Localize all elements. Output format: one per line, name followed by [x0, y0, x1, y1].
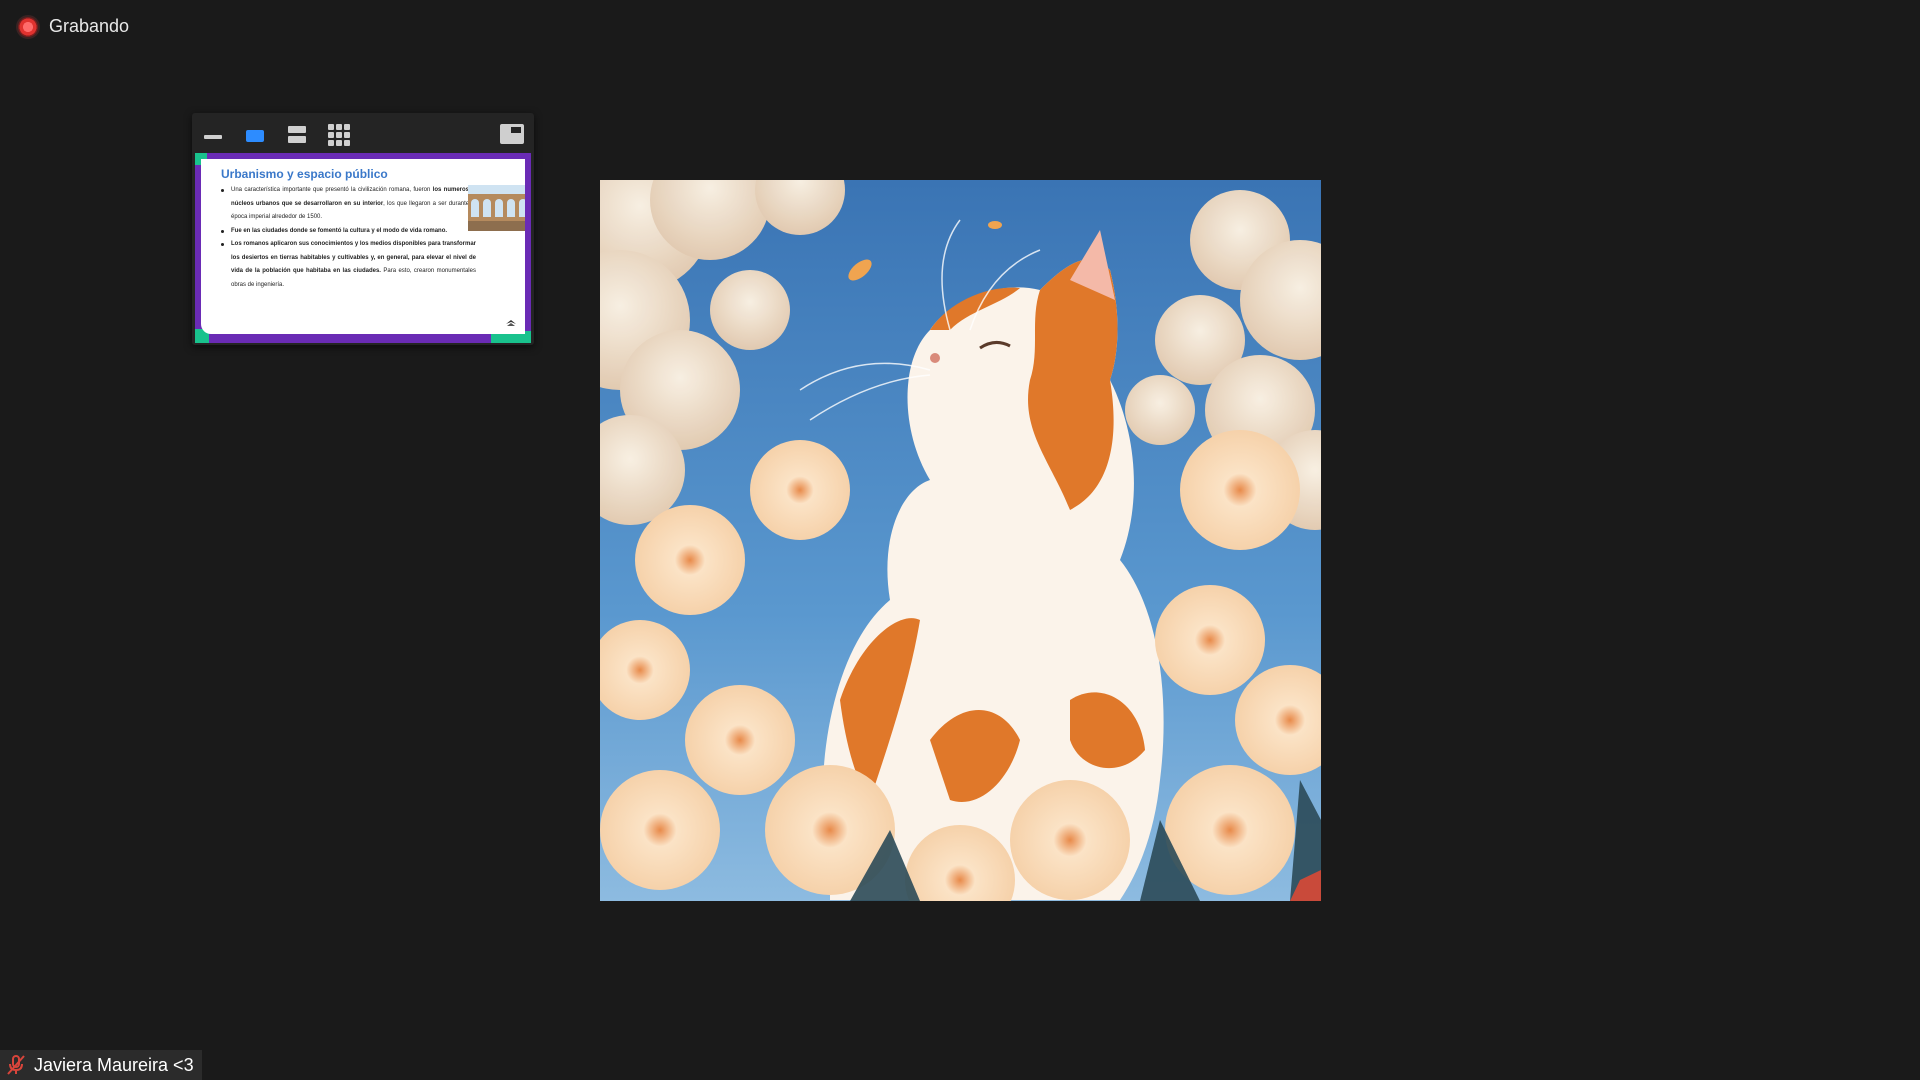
participant-name: Javiera Maureira <3 — [34, 1054, 194, 1075]
slide-bullet: Los romanos aplicaron sus conocimientos … — [221, 238, 476, 292]
split-view-icon[interactable] — [288, 126, 306, 144]
slide-bullet-list: Una característica importante que presen… — [211, 184, 476, 292]
slide-bullet: Fue en las ciudades donde se fomentó la … — [221, 225, 476, 239]
slide-bullet-text: Fue en las ciudades donde se fomentó la … — [231, 227, 448, 234]
aqueduct-photo — [468, 185, 525, 231]
grid-view-icon[interactable] — [328, 124, 350, 146]
slide-bullet-text: Una característica importante que presen… — [231, 187, 433, 193]
slide-title: Urbanismo y espacio público — [221, 167, 388, 181]
single-view-icon[interactable] — [246, 130, 264, 142]
slide-frame: Urbanismo y espacio público Una caracter… — [195, 153, 531, 343]
recording-dot-icon — [18, 16, 38, 37]
presentation-slide: Urbanismo y espacio público Una caracter… — [201, 159, 525, 334]
microphone-muted-icon[interactable] — [6, 1054, 26, 1076]
shared-screen-mini-window[interactable]: Urbanismo y espacio público Una caracter… — [192, 113, 534, 345]
mini-window-toolbar — [192, 113, 534, 153]
meeting-stage: Grabando Urbanismo y espacio público Una… — [0, 0, 1920, 1080]
participant-name-tag: Javiera Maureira <3 — [0, 1050, 202, 1080]
cat-illustration — [600, 180, 1321, 901]
slide-logo-icon — [506, 320, 516, 326]
minimize-icon[interactable] — [204, 135, 222, 139]
recording-indicator[interactable]: Grabando — [18, 16, 129, 37]
recording-label: Grabando — [49, 16, 130, 36]
picture-in-picture-icon[interactable] — [500, 124, 524, 144]
shared-image-cat-in-flowers — [600, 180, 1321, 901]
slide-bullet: Una característica importante que presen… — [221, 184, 476, 225]
